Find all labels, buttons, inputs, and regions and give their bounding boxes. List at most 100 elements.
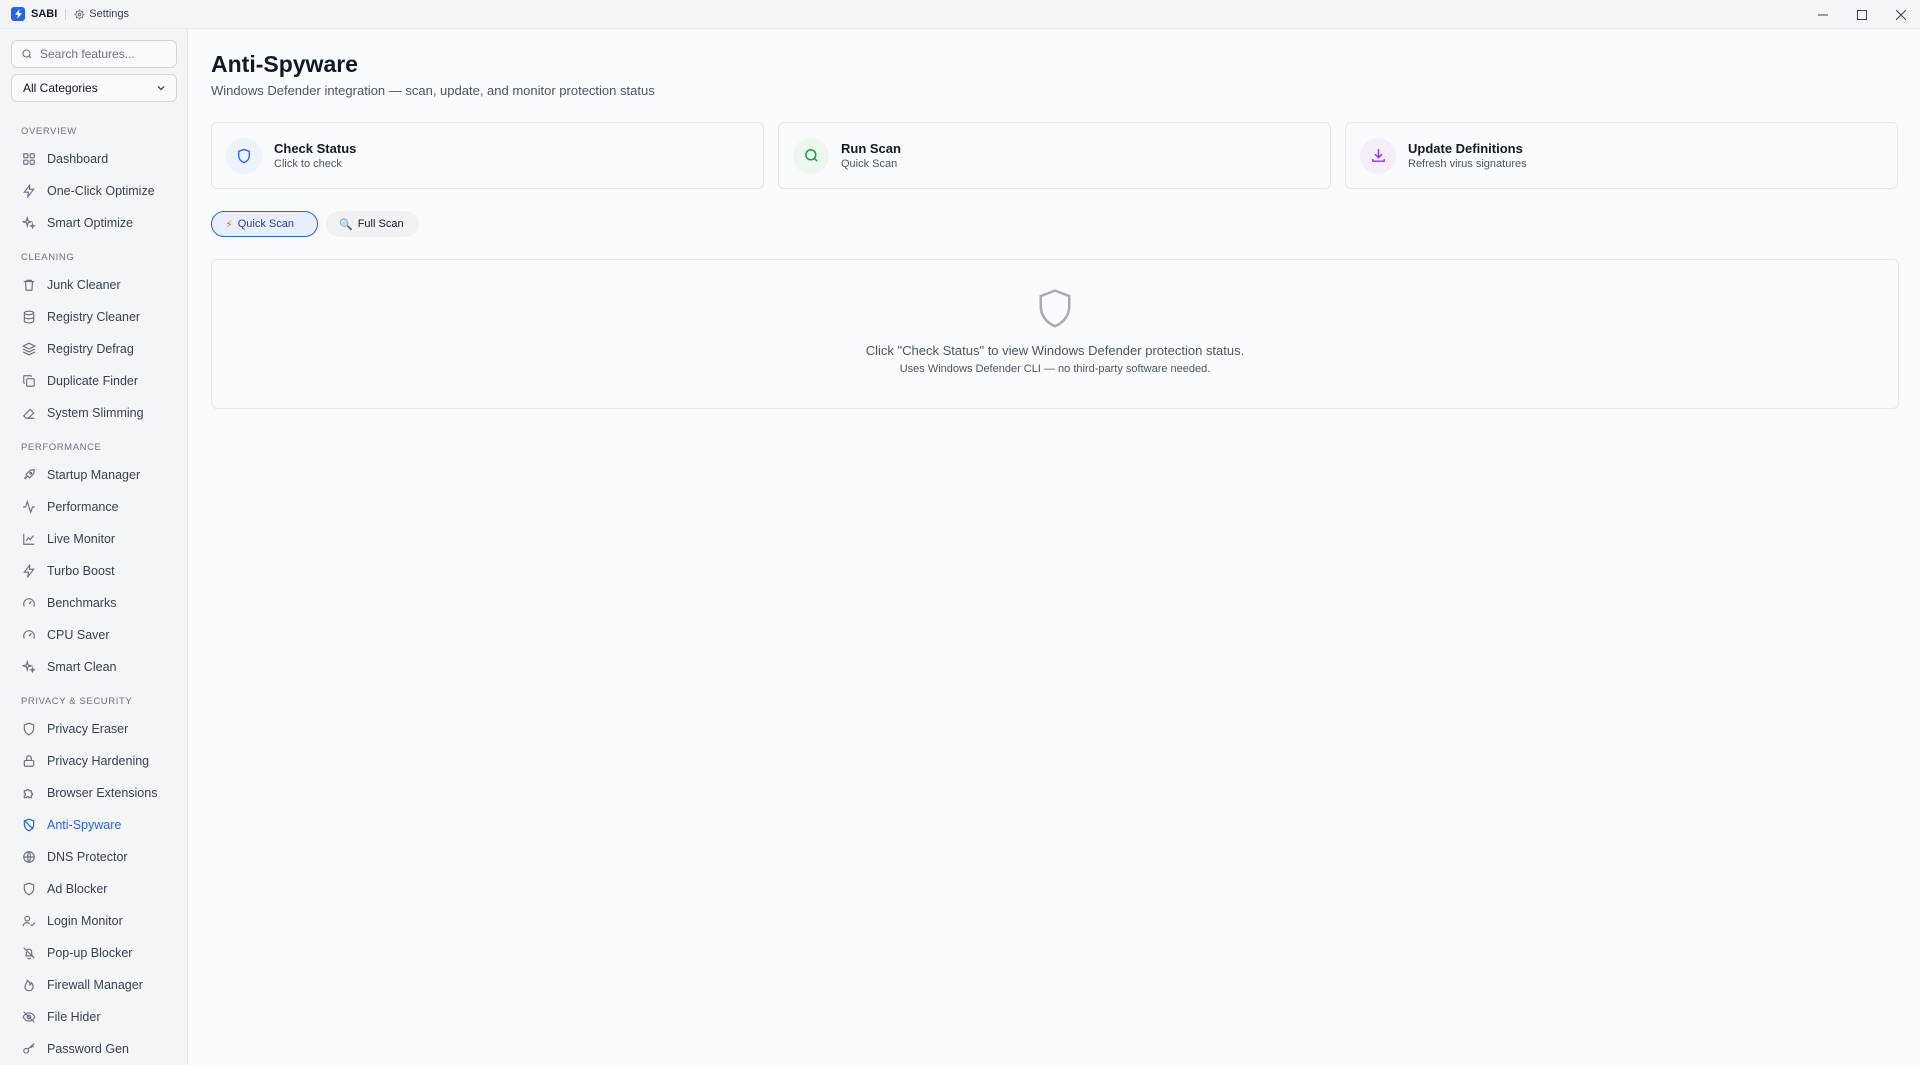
bolt-icon [23, 564, 35, 578]
category-select[interactable]: All Categories [11, 74, 177, 102]
rocket-icon [24, 469, 35, 480]
eye-off-icon [22, 1011, 36, 1023]
sidebar-item-pop-up-blocker[interactable]: Pop-up Blocker [0, 937, 187, 969]
maximize-icon [1856, 9, 1867, 20]
flame-icon [24, 979, 34, 992]
puzzle-icon [23, 788, 34, 799]
sidebar-item-smart-clean[interactable]: Smart Clean [0, 651, 187, 683]
copy-icon [23, 375, 35, 387]
sidebar-item-label: Privacy Hardening [47, 754, 150, 768]
maximize-button[interactable] [1842, 0, 1881, 29]
sidebar-item-benchmarks[interactable]: Benchmarks [0, 587, 187, 619]
shield-off-icon [23, 818, 35, 832]
sidebar-item-registry-defrag[interactable]: Registry Defrag [0, 333, 187, 365]
sidebar-item-label: Firewall Manager [47, 978, 143, 992]
sidebar-item-label: System Slimming [47, 406, 144, 420]
download-icon [1371, 149, 1385, 162]
sidebar-item-ad-blocker[interactable]: Ad Blocker [0, 873, 187, 905]
layers-icon [22, 342, 36, 356]
sidebar-item-label: Turbo Boost [47, 564, 115, 578]
quick-scan-toggle[interactable]: ⚡ Quick Scan [211, 211, 318, 237]
search-box [11, 40, 177, 68]
search-icon [22, 49, 32, 59]
sidebar-item-label: Anti-Spyware [47, 818, 122, 832]
sidebar-item-label: Performance [47, 500, 119, 514]
sidebar-item-label: Benchmarks [47, 596, 117, 610]
lock-icon [23, 755, 35, 767]
sidebar-item-label: Browser Extensions [47, 786, 158, 800]
sidebar-item-anti-spyware[interactable]: Anti-Spyware [0, 809, 187, 841]
card-subtitle: Quick Scan [841, 158, 898, 170]
check-status-card[interactable]: Check Status Click to check [211, 122, 764, 189]
shield-icon [238, 148, 250, 163]
title-bar: SABI Settings [0, 0, 1920, 29]
sidebar-item-one-click-optimize[interactable]: One-Click Optimize [0, 175, 187, 207]
sidebar-item-label: Password Gen [47, 1042, 129, 1056]
card-title: Check Status [274, 141, 357, 156]
page-subtitle: Windows Defender integration — scan, upd… [211, 83, 655, 98]
sidebar-item-live-monitor[interactable]: Live Monitor [0, 523, 187, 555]
bolt-icon [23, 184, 35, 198]
sidebar-item-cpu-saver[interactable]: CPU Saver [0, 619, 187, 651]
title-separator [65, 8, 67, 20]
sidebar-item-dns-protector[interactable]: DNS Protector [0, 841, 187, 873]
sidebar-item-login-monitor[interactable]: Login Monitor [0, 905, 187, 937]
chevron-down-icon [157, 86, 165, 91]
sidebar-item-label: Duplicate Finder [47, 374, 139, 388]
card-icon-circle [1360, 137, 1396, 174]
magnifier-icon: 🔍 [339, 218, 353, 231]
sidebar-item-privacy-eraser[interactable]: Privacy Eraser [0, 713, 187, 745]
card-icon-circle [793, 137, 829, 174]
close-button[interactable] [1881, 0, 1920, 29]
app-name: SABI [31, 8, 58, 20]
sidebar-item-duplicate-finder[interactable]: Duplicate Finder [0, 365, 187, 397]
category-select-value: All Categories [23, 81, 98, 95]
bolt-icon: ⚡ [225, 218, 233, 231]
sidebar-item-label: Privacy Eraser [47, 722, 129, 736]
activity-icon [23, 500, 35, 514]
card-title: Update Definitions [1408, 141, 1523, 156]
sidebar-item-label: Live Monitor [47, 532, 116, 546]
minimize-button[interactable] [1803, 0, 1842, 29]
settings-label: Settings [89, 8, 130, 20]
run-scan-card[interactable]: Run Scan Quick Scan [778, 122, 1331, 189]
minimize-icon [1817, 14, 1828, 15]
sidebar-item-startup-manager[interactable]: Startup Manager [0, 459, 187, 491]
sidebar-item-label: Registry Cleaner [47, 310, 141, 324]
page-title: Anti-Spyware [211, 51, 358, 77]
sidebar-item-turbo-boost[interactable]: Turbo Boost [0, 555, 187, 587]
sidebar-item-smart-optimize[interactable]: Smart Optimize [0, 207, 187, 239]
full-scan-toggle[interactable]: 🔍 Full Scan [326, 211, 419, 237]
sidebar-item-dashboard[interactable]: Dashboard [0, 143, 187, 175]
card-title: Run Scan [841, 141, 901, 156]
sidebar-item-junk-cleaner[interactable]: Junk Cleaner [0, 269, 187, 301]
sidebar-nav: OVERVIEW Dashboard One-Click Optimize Sm… [0, 121, 187, 1065]
settings-button[interactable]: Settings [74, 8, 129, 20]
sidebar-item-label: Registry Defrag [47, 342, 134, 356]
search-input[interactable] [40, 47, 170, 61]
globe-icon [23, 851, 35, 864]
update-definitions-card[interactable]: Update Definitions Refresh virus signatu… [1345, 122, 1898, 189]
search-icon [804, 149, 818, 162]
section-label-overview: OVERVIEW [21, 126, 77, 137]
sidebar-item-label: File Hider [47, 1010, 101, 1024]
sidebar-item-firewall-manager[interactable]: Firewall Manager [0, 969, 187, 1001]
sidebar-item-password-gen[interactable]: Password Gen [0, 1033, 187, 1065]
gauge-icon [23, 598, 35, 607]
sidebar-item-label: Junk Cleaner [47, 278, 121, 292]
sidebar-item-file-hider[interactable]: File Hider [0, 1001, 187, 1033]
sidebar-item-system-slimming[interactable]: System Slimming [0, 397, 187, 429]
sidebar-item-registry-cleaner[interactable]: Registry Cleaner [0, 301, 187, 333]
eraser-icon [22, 408, 35, 419]
main-content: Anti-Spyware Windows Defender integratio… [189, 29, 1920, 1065]
sidebar-item-label: Ad Blocker [47, 882, 108, 896]
sidebar-item-privacy-hardening[interactable]: Privacy Hardening [0, 745, 187, 777]
section-label-performance: PERFORMANCE [21, 442, 102, 453]
database-icon [23, 310, 35, 324]
card-icon-circle [226, 137, 262, 174]
sidebar-item-performance[interactable]: Performance [0, 491, 187, 523]
empty-state-message: Click "Check Status" to view Windows Def… [865, 343, 1245, 358]
sparkles-icon [22, 216, 36, 230]
empty-state-note: Uses Windows Defender CLI — no third-par… [899, 363, 1211, 375]
sidebar-item-browser-extensions[interactable]: Browser Extensions [0, 777, 187, 809]
